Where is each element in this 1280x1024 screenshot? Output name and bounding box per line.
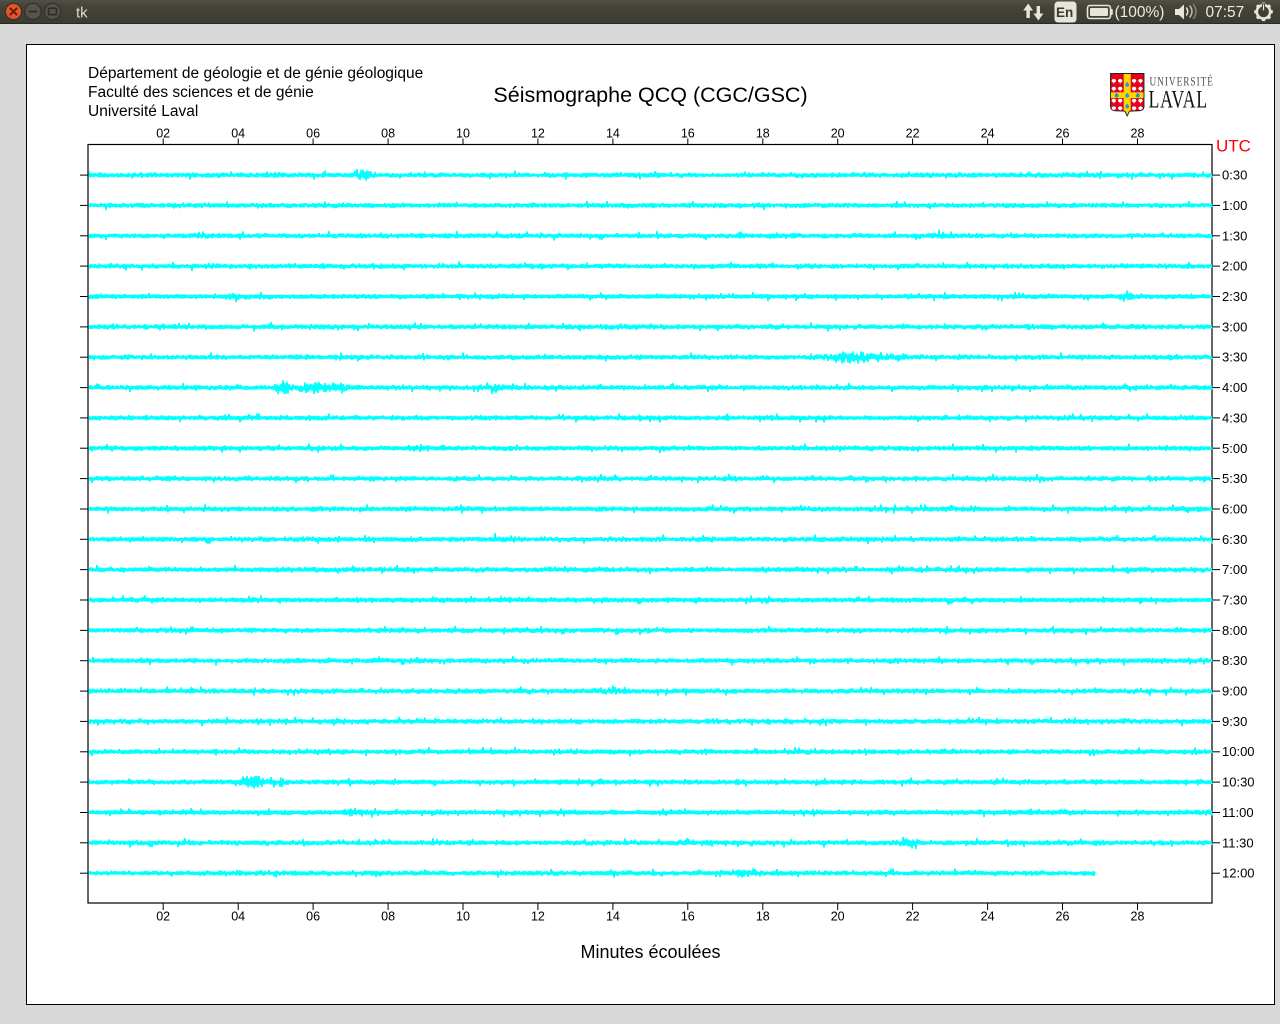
- svg-text:10: 10: [456, 909, 470, 923]
- svg-text:En: En: [1056, 5, 1073, 20]
- svg-text:16: 16: [681, 126, 695, 140]
- svg-text:(100%): (100%): [1115, 4, 1165, 21]
- svg-text:12: 12: [531, 909, 545, 923]
- svg-text:06: 06: [306, 126, 320, 140]
- svg-text:18: 18: [756, 909, 770, 923]
- svg-text:11:00: 11:00: [1222, 805, 1254, 820]
- svg-text:3:00: 3:00: [1222, 319, 1247, 334]
- svg-text:2:00: 2:00: [1222, 259, 1247, 274]
- svg-text:8:30: 8:30: [1222, 653, 1247, 668]
- svg-text:1:30: 1:30: [1222, 228, 1247, 243]
- svg-text:08: 08: [381, 909, 395, 923]
- svg-text:24: 24: [981, 126, 995, 140]
- svg-text:07:57: 07:57: [1206, 4, 1245, 21]
- svg-text:5:30: 5:30: [1222, 471, 1247, 486]
- svg-text:LAVAL: LAVAL: [1149, 84, 1208, 113]
- svg-text:08: 08: [381, 126, 395, 140]
- svg-text:0:30: 0:30: [1222, 168, 1247, 183]
- svg-text:12: 12: [531, 126, 545, 140]
- svg-text:4:30: 4:30: [1222, 410, 1247, 425]
- svg-text:tk: tk: [76, 5, 88, 22]
- svg-text:9:00: 9:00: [1222, 684, 1247, 699]
- svg-text:14: 14: [606, 126, 620, 140]
- svg-text:06: 06: [306, 909, 320, 923]
- svg-text:16: 16: [681, 909, 695, 923]
- svg-text:14: 14: [606, 909, 620, 923]
- svg-text:04: 04: [231, 126, 245, 140]
- svg-text:UTC: UTC: [1216, 137, 1251, 156]
- svg-text:1:00: 1:00: [1222, 198, 1247, 213]
- svg-text:26: 26: [1056, 909, 1070, 923]
- svg-text:22: 22: [906, 909, 920, 923]
- svg-text:28: 28: [1131, 126, 1145, 140]
- svg-text:20: 20: [831, 126, 845, 140]
- svg-text:7:00: 7:00: [1222, 562, 1247, 577]
- svg-text:6:00: 6:00: [1222, 502, 1247, 517]
- svg-text:28: 28: [1131, 909, 1145, 923]
- svg-text:24: 24: [981, 909, 995, 923]
- svg-text:22: 22: [906, 126, 920, 140]
- svg-text:04: 04: [231, 909, 245, 923]
- svg-text:02: 02: [156, 909, 170, 923]
- svg-text:02: 02: [156, 126, 170, 140]
- svg-text:10:00: 10:00: [1222, 744, 1255, 759]
- svg-text:4:00: 4:00: [1222, 380, 1247, 395]
- svg-text:3:30: 3:30: [1222, 350, 1247, 365]
- svg-text:8:00: 8:00: [1222, 623, 1247, 638]
- svg-text:10:30: 10:30: [1222, 775, 1255, 790]
- svg-text:7:30: 7:30: [1222, 593, 1247, 608]
- svg-text:18: 18: [756, 126, 770, 140]
- svg-text:6:30: 6:30: [1222, 532, 1247, 547]
- svg-text:20: 20: [831, 909, 845, 923]
- svg-text:12:00: 12:00: [1222, 866, 1255, 881]
- svg-text:26: 26: [1056, 126, 1070, 140]
- svg-text:5:00: 5:00: [1222, 441, 1247, 456]
- svg-text:11:30: 11:30: [1222, 835, 1254, 850]
- svg-text:10: 10: [456, 126, 470, 140]
- svg-text:9:30: 9:30: [1222, 714, 1247, 729]
- svg-text:2:30: 2:30: [1222, 289, 1247, 304]
